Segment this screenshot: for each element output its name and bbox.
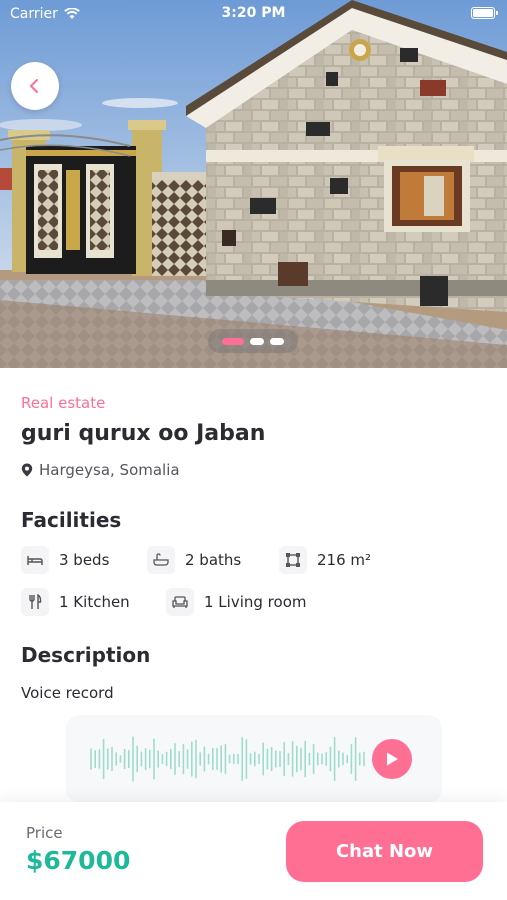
facility-label: 3 beds — [59, 551, 110, 569]
facility-kitchen: 1 Kitchen — [21, 588, 130, 616]
facility-label: 1 Kitchen — [59, 593, 130, 611]
audio-waveform[interactable] — [89, 731, 369, 787]
house-photo-illustration — [0, 0, 507, 368]
category-label: Real estate — [21, 394, 106, 412]
price-label: Price — [26, 824, 63, 842]
facility-label: 2 baths — [185, 551, 242, 569]
location-pin-icon — [21, 463, 33, 477]
price-value: $67000 — [26, 846, 131, 875]
listing-title: guri qurux oo Jaban — [21, 421, 266, 446]
chevron-left-icon — [30, 79, 38, 93]
facility-area: 216 m² — [279, 546, 371, 574]
voice-player — [66, 715, 442, 803]
facilities-heading: Facilities — [21, 508, 122, 532]
facility-beds: 3 beds — [21, 546, 109, 574]
sofa-icon — [166, 588, 194, 616]
facility-label: 216 m² — [317, 551, 372, 569]
facility-baths: 2 baths — [147, 546, 241, 574]
bathtub-icon — [147, 546, 175, 574]
location-text: Hargeysa, Somalia — [39, 461, 180, 479]
play-button[interactable] — [372, 739, 412, 779]
location: Hargeysa, Somalia — [21, 461, 180, 479]
chat-now-button[interactable]: Chat Now — [286, 821, 483, 882]
carousel-dot-3[interactable] — [270, 337, 284, 345]
carousel-dot-2[interactable] — [250, 337, 264, 345]
property-photo[interactable]: Carrier 3:20 PM — [0, 0, 507, 368]
area-icon — [279, 546, 307, 574]
status-bar: Carrier 3:20 PM — [0, 0, 507, 28]
bed-icon — [21, 546, 49, 574]
back-button[interactable] — [11, 62, 59, 110]
description-heading: Description — [21, 643, 151, 667]
play-icon — [387, 752, 398, 766]
carousel-dot-1[interactable] — [222, 337, 244, 345]
battery-icon — [471, 7, 498, 19]
facility-label: 1 Living room — [204, 593, 307, 611]
status-time: 3:20 PM — [221, 5, 286, 21]
facility-living-room: 1 Living room — [166, 588, 306, 616]
kitchen-utensils-icon — [21, 588, 49, 616]
bottom-bar: Price $67000 Chat Now — [0, 802, 507, 900]
carousel-indicator — [208, 329, 298, 353]
voice-record-label: Voice record — [21, 684, 114, 702]
